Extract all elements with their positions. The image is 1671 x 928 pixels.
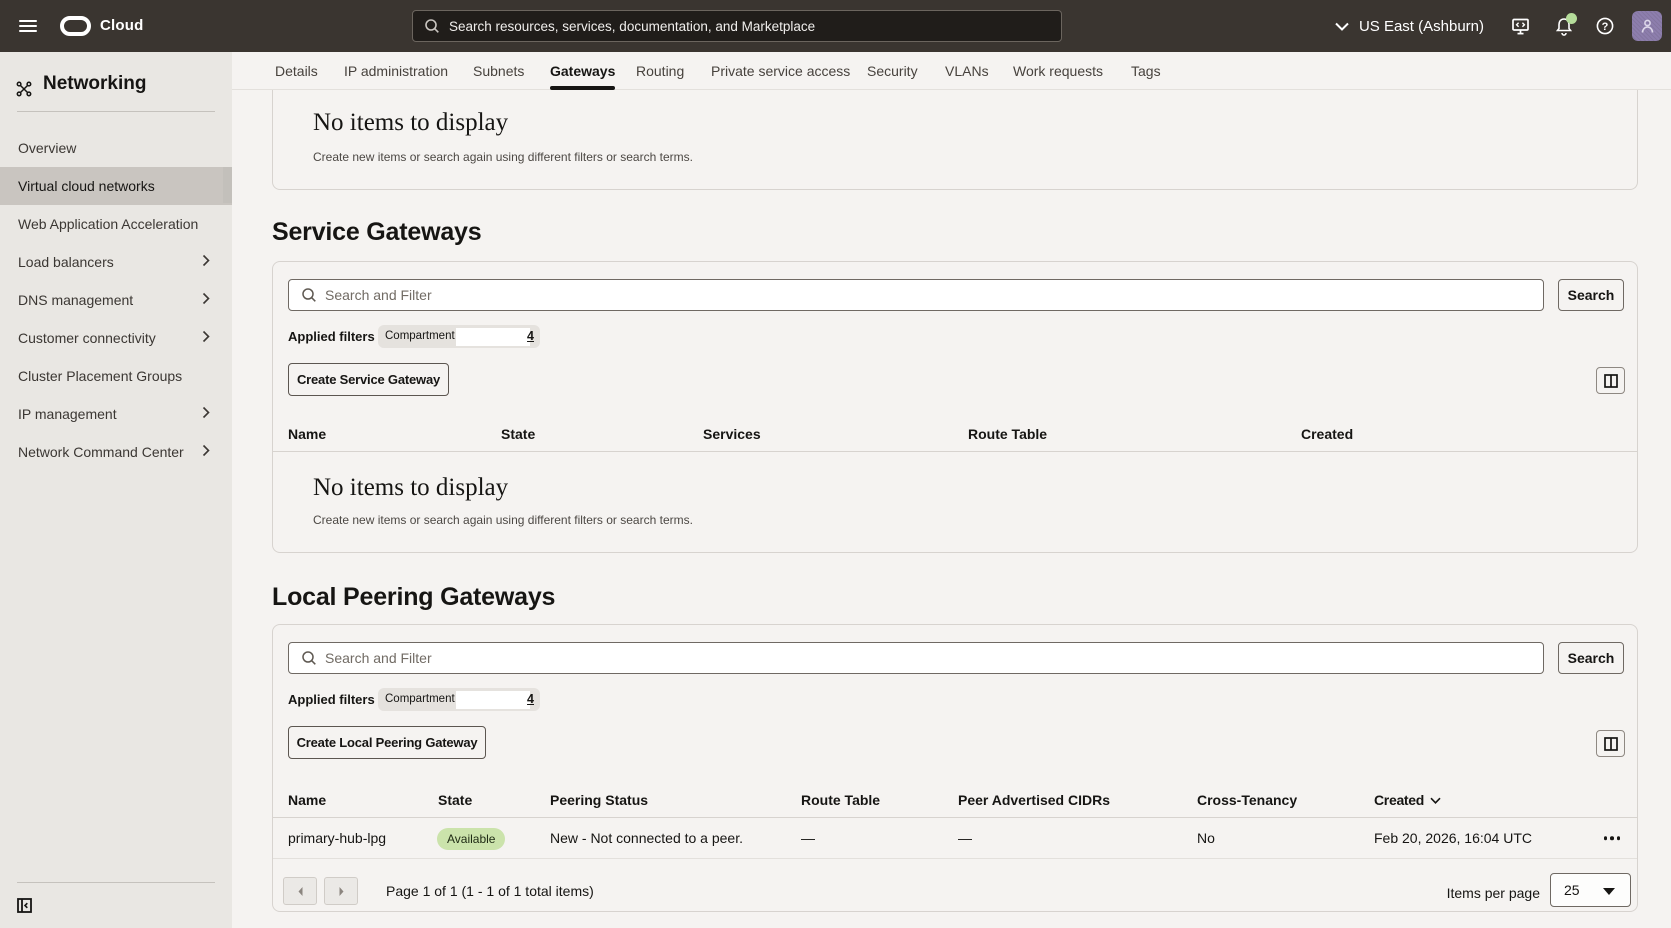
svg-text:?: ? xyxy=(1602,21,1609,33)
